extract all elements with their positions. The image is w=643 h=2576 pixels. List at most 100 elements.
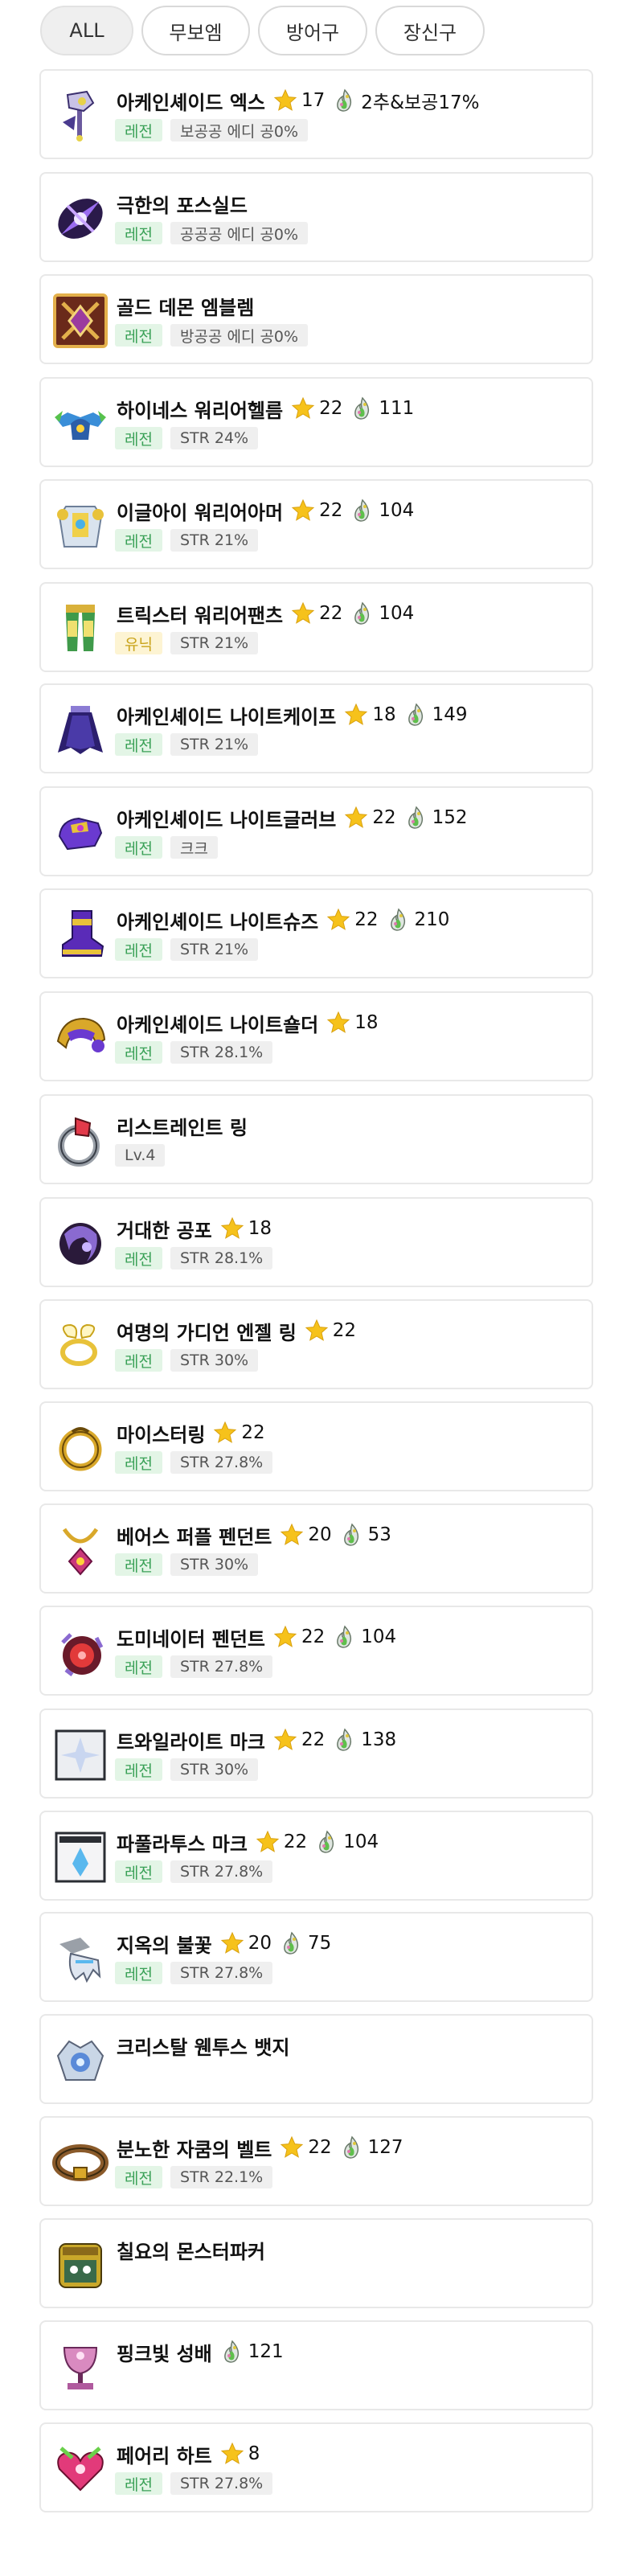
additional-option-value: 111 — [379, 398, 415, 419]
item-tags: 레전 STR 30% — [115, 1758, 266, 1781]
papulatus-mark-icon — [51, 1828, 109, 1886]
warrior-pants-icon — [51, 600, 109, 658]
item-name: 아케인셰이드 나이트케이프 — [117, 705, 337, 728]
starforce-value: 22 — [241, 1422, 265, 1443]
item-title-row: 마이스터링 22 — [117, 1418, 265, 1447]
item-name: 여명의 가디언 엔젤 링 — [117, 1321, 297, 1344]
starforce-value: 22 — [319, 603, 343, 624]
demon-emblem-icon — [51, 292, 109, 350]
starforce-value: 22 — [372, 807, 396, 828]
item-card[interactable]: 마이스터링 22 레전 STR 27.8% — [39, 1401, 593, 1491]
item-name: 핑크빛 성배 — [117, 2342, 212, 2365]
potential-option-badge: STR 21% — [170, 632, 259, 654]
restraint-ring-icon — [51, 1112, 109, 1170]
twilight-mark-icon — [51, 1726, 109, 1784]
item-card[interactable]: 골드 데몬 엠블렘 레전 방공공 에디 공0% — [39, 274, 593, 364]
item-tags: 레전 STR 30% — [115, 1553, 266, 1576]
potential-option-badge: STR 30% — [170, 1349, 259, 1372]
tab-all[interactable]: ALL — [40, 6, 133, 55]
item-card[interactable]: 도미네이터 펜던트 22 104 레전 STR 27.8% — [39, 1606, 593, 1696]
additional-option-value: 149 — [432, 704, 468, 725]
starforce-value: 18 — [248, 1218, 272, 1239]
item-title-row: 거대한 공포 18 — [117, 1214, 272, 1243]
knight-shoulder-icon — [51, 1009, 109, 1067]
item-card[interactable]: 아케인셰이드 나이트숄더 18 레전 STR 28.1% — [39, 991, 593, 1081]
starforce: 22 — [273, 1625, 325, 1649]
force-shield-icon — [51, 190, 109, 248]
potential-option-badge: STR 27.8% — [170, 1962, 273, 1984]
eternal-flame-icon — [404, 806, 428, 830]
item-card[interactable]: 크리스탈 웬투스 뱃지 — [39, 2014, 593, 2104]
additional-option: 104 — [333, 1625, 396, 1649]
item-card[interactable]: 베어스 퍼플 펜던트 20 53 레전 STR 30% — [39, 1503, 593, 1594]
potential-option-badge: Lv.4 — [115, 1144, 166, 1167]
starforce-value: 8 — [248, 2443, 260, 2464]
potential-grade-badge: 유닉 — [115, 632, 162, 654]
additional-option-value: 121 — [248, 2341, 284, 2362]
starforce-value: 18 — [372, 704, 396, 725]
item-name: 아케인셰이드 나이트글러브 — [117, 808, 337, 831]
additional-option-value: 2추&보공17% — [361, 92, 480, 113]
item-card[interactable]: 트릭스터 워리어팬츠 22 104 유닉 STR 21% — [39, 582, 593, 672]
eternal-flame-icon — [340, 1523, 364, 1547]
item-card[interactable]: 트와일라이트 마크 22 138 레전 STR 30% — [39, 1708, 593, 1799]
potential-option-badge: STR 27.8% — [170, 1860, 273, 1883]
item-card[interactable]: 지옥의 불꽃 20 75 레전 STR 27.8% — [39, 1912, 593, 2002]
item-card[interactable]: 하이네스 워리어헬름 22 111 레전 STR 24% — [39, 377, 593, 467]
item-title-row: 베어스 퍼플 펜던트 20 53 — [117, 1520, 391, 1549]
item-card[interactable]: 리스트레인트 링 Lv.4 — [39, 1094, 593, 1184]
potential-grade-badge: 레전 — [115, 2166, 162, 2188]
pink-grail-icon — [51, 2338, 109, 2396]
item-card[interactable]: 극한의 포스실드 레전 공공공 에디 공0% — [39, 172, 593, 262]
potential-grade-badge: 레전 — [115, 324, 162, 347]
item-title-row: 이글아이 워리어아머 22 104 — [117, 496, 414, 525]
potential-grade-badge: 레전 — [115, 1860, 162, 1883]
starforce-value: 22 — [319, 500, 343, 521]
item-card[interactable]: 분노한 자쿰의 벨트 22 127 레전 STR 22.1% — [39, 2116, 593, 2206]
item-card[interactable]: 핑크빛 성배 121 — [39, 2320, 593, 2410]
potential-option-badge: STR 22.1% — [170, 2166, 273, 2188]
knight-glove-icon — [51, 804, 109, 862]
additional-option-value: 104 — [379, 603, 415, 624]
potential-grade-badge: 레전 — [115, 733, 162, 756]
item-card[interactable]: 아케인셰이드 나이트글러브 22 152 레전 크크 — [39, 786, 593, 876]
starforce-value: 20 — [248, 1933, 272, 1954]
star-icon — [291, 396, 315, 420]
potential-option-badge: 공공공 에디 공0% — [170, 222, 309, 244]
item-card[interactable]: 아케인셰이드 나이트케이프 18 149 레전 STR 21% — [39, 683, 593, 773]
item-tags: 레전 공공공 에디 공0% — [115, 222, 316, 244]
starforce: 18 — [326, 1011, 379, 1035]
tab-weapon-emblem[interactable]: 무보엠 — [141, 6, 250, 55]
item-card[interactable]: 거대한 공포 18 레전 STR 28.1% — [39, 1197, 593, 1287]
item-name: 하이네스 워리어헬름 — [117, 399, 284, 422]
potential-grade-badge: 레전 — [115, 1349, 162, 1372]
potential-option-badge: STR 27.8% — [170, 1655, 273, 1678]
item-title-row: 칠요의 몬스터파커 — [117, 2235, 265, 2264]
star-icon — [213, 1421, 237, 1445]
starforce: 8 — [220, 2442, 260, 2466]
item-card[interactable]: 아케인셰이드 엑스 17 2추&보공17% 레전 보공공 에디 공0% — [39, 69, 593, 159]
item-card[interactable]: 이글아이 워리어아머 22 104 레전 STR 21% — [39, 479, 593, 569]
eternal-flame-icon — [404, 703, 428, 727]
tab-accessory[interactable]: 장신구 — [375, 6, 485, 55]
knight-cape-icon — [51, 701, 109, 759]
additional-option: 138 — [333, 1728, 396, 1752]
star-icon — [291, 601, 315, 626]
star-icon — [256, 1830, 280, 1854]
item-title-row: 크리스탈 웬투스 뱃지 — [117, 2031, 289, 2060]
eternal-flame-icon — [350, 498, 375, 523]
item-card[interactable]: 칠요의 몬스터파커 — [39, 2218, 593, 2308]
warrior-helm-icon — [51, 395, 109, 453]
additional-option: 104 — [350, 498, 414, 523]
starforce: 22 — [344, 806, 396, 830]
additional-option: 104 — [350, 601, 414, 626]
item-card[interactable]: 페어리 하트 8 레전 STR 27.8% — [39, 2422, 593, 2512]
item-name: 아케인셰이드 나이트슈즈 — [117, 910, 319, 933]
item-card[interactable]: 파풀라투스 마크 22 104 레전 STR 27.8% — [39, 1811, 593, 1901]
item-name: 파풀라투스 마크 — [117, 1832, 248, 1856]
item-card[interactable]: 여명의 가디언 엔젤 링 22 레전 STR 30% — [39, 1299, 593, 1389]
warrior-armor-icon — [51, 497, 109, 555]
item-name: 리스트레인트 링 — [117, 1116, 248, 1139]
tab-armor[interactable]: 방어구 — [258, 6, 367, 55]
item-card[interactable]: 아케인셰이드 나이트슈즈 22 210 레전 STR 21% — [39, 888, 593, 978]
